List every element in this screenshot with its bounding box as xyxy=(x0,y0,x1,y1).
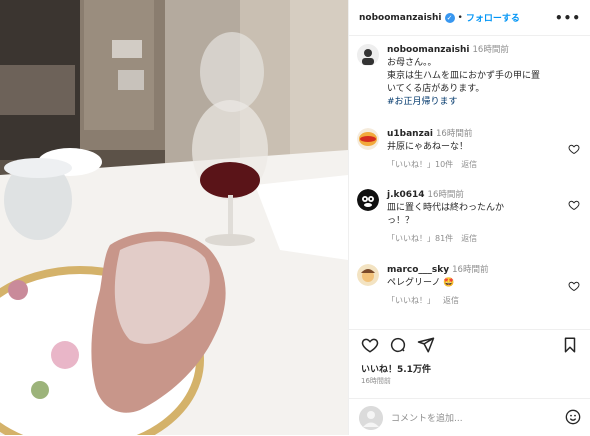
comment-time[interactable]: 16時間前 xyxy=(436,129,472,139)
more-options-icon[interactable]: ••• xyxy=(555,11,581,25)
post-timestamp[interactable]: 16時間前 xyxy=(361,376,391,386)
comment-time[interactable]: 16時間前 xyxy=(428,190,464,200)
post-side-panel: noboomanzaishi ✓ • フォローする ••• noboomanza… xyxy=(348,0,590,435)
comment-likes-link[interactable]: 「いいね！」 xyxy=(387,296,435,305)
likes-count[interactable]: いいね！5.1万件 xyxy=(361,362,431,375)
bookmark-save-icon[interactable] xyxy=(561,336,579,354)
avatar[interactable] xyxy=(357,128,379,150)
comment-text-line: 皿に置く時代は終わったんか xyxy=(387,203,505,213)
emoji-icon[interactable] xyxy=(565,409,581,425)
burger-king-avatar-icon xyxy=(357,128,379,150)
verified-badge-icon: ✓ xyxy=(444,12,455,23)
photo-illustration xyxy=(0,0,348,435)
caption-line: いてくる店があります。 xyxy=(387,84,485,94)
comment-item: j.k0614 16時間前 皿に置く時代は終わったんか っ！？ 「いいね！」81件… xyxy=(357,189,557,245)
comment-text: 井原にゃあねーな！ xyxy=(387,142,469,152)
instagram-post-view: noboomanzaishi ✓ • フォローする ••• noboomanza… xyxy=(0,0,590,435)
comment-text-line: っ！？ xyxy=(387,216,415,226)
hashtag-link[interactable]: #お正月帰ります xyxy=(387,96,577,109)
post-header: noboomanzaishi ✓ • フォローする ••• xyxy=(349,0,590,36)
comment-item: u1banzai 16時間前 井原にゃあねーな！ 「いいね！」10件 返信 xyxy=(357,128,557,171)
caption: noboomanzaishi 16時間前 お母さん。。 東京は生ハムを皿におかず手… xyxy=(357,44,577,109)
separator-dot: • xyxy=(457,12,463,23)
author-avatar-icon xyxy=(357,44,379,66)
heart-icon[interactable] xyxy=(568,143,580,155)
comment-text: ペレグリーノ 🤩 xyxy=(387,278,455,288)
share-send-icon[interactable] xyxy=(417,336,435,354)
post-photo[interactable] xyxy=(0,0,348,435)
comment-time[interactable]: 16時間前 xyxy=(452,265,488,275)
caption-line: 東京は生ハムを皿におかず手の甲に置 xyxy=(387,71,541,81)
reply-button[interactable]: 返信 xyxy=(461,234,477,243)
caption-line: お母さん。。 xyxy=(387,58,437,68)
comment-input-bar: コメントを追加... xyxy=(349,398,590,436)
comment-input[interactable]: コメントを追加... xyxy=(391,411,463,424)
avatar xyxy=(359,405,383,430)
comment-likes-link[interactable]: 「いいね！」81件 xyxy=(387,234,453,243)
comment-username[interactable]: j.k0614 xyxy=(387,190,425,200)
avatar[interactable] xyxy=(357,189,379,211)
default-avatar-icon xyxy=(359,405,383,430)
comment-username[interactable]: marco___sky xyxy=(387,265,449,275)
caption-time[interactable]: 16時間前 xyxy=(473,45,509,55)
heart-icon[interactable] xyxy=(568,280,580,292)
cat-avatar-icon xyxy=(357,189,379,211)
comment-likes-link[interactable]: 「いいね！」10件 xyxy=(387,160,453,169)
post-actions xyxy=(349,329,590,360)
username-link[interactable]: noboomanzaishi xyxy=(359,13,442,23)
character-avatar-icon xyxy=(357,264,379,286)
avatar[interactable] xyxy=(357,44,379,66)
comment-username[interactable]: u1banzai xyxy=(387,129,433,139)
heart-icon[interactable] xyxy=(568,199,580,211)
comment-bubble-icon[interactable] xyxy=(389,336,407,354)
caption-username[interactable]: noboomanzaishi xyxy=(387,45,470,55)
follow-button[interactable]: フォローする xyxy=(466,11,520,24)
reply-button[interactable]: 返信 xyxy=(461,160,477,169)
avatar[interactable] xyxy=(357,264,379,286)
reply-button[interactable]: 返信 xyxy=(443,296,459,305)
like-heart-icon[interactable] xyxy=(361,336,379,354)
comment-item: marco___sky 16時間前 ペレグリーノ 🤩 「いいね！」 返信 xyxy=(357,264,557,307)
